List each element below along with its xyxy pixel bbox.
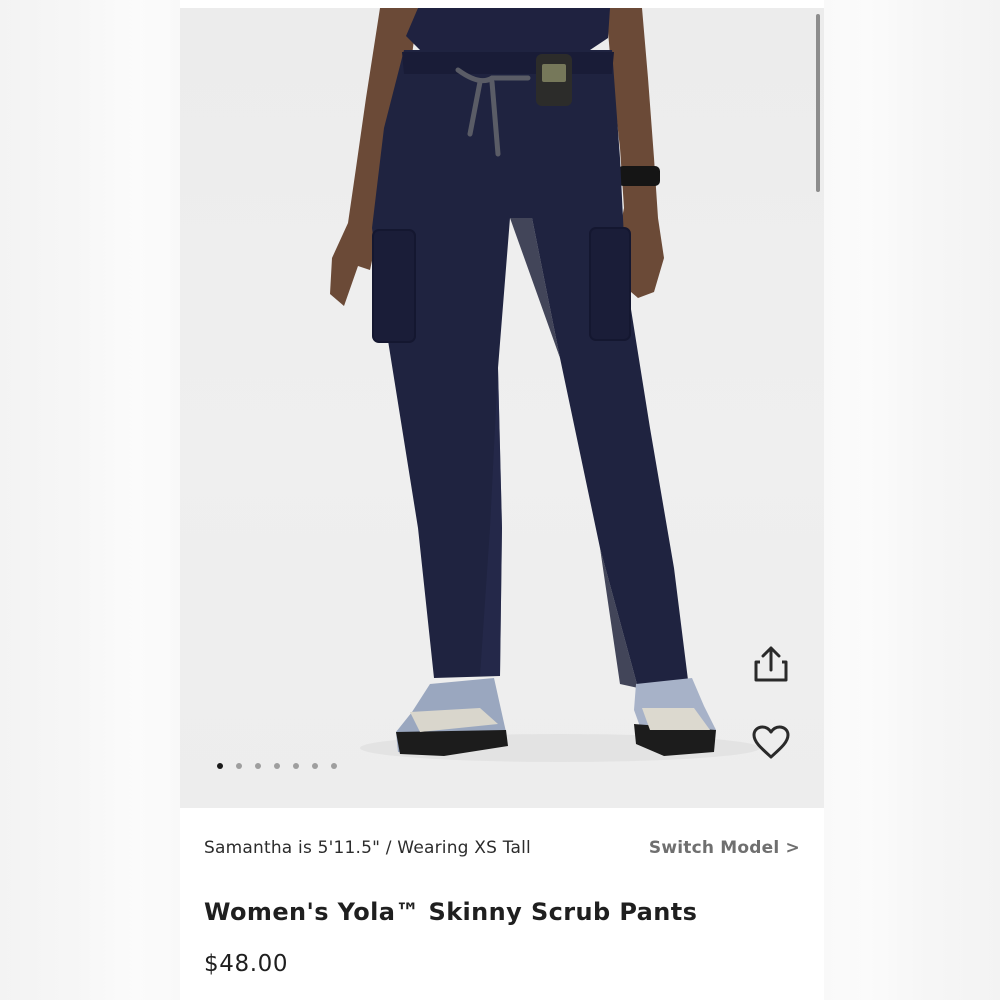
cargo-pocket-right [589, 227, 631, 341]
product-title: Women's Yola™ Skinny Scrub Pants [204, 898, 698, 926]
product-photo [330, 8, 760, 762]
blurred-background-left [0, 0, 180, 1000]
favorite-button[interactable] [750, 721, 792, 763]
navy-top [406, 8, 610, 50]
cargo-pocket-left [372, 229, 416, 343]
model-size-info: Samantha is 5'11.5" / Wearing XS Tall [204, 838, 531, 858]
carousel-dot-1[interactable] [217, 763, 223, 769]
share-icon [754, 646, 788, 682]
heart-icon [752, 725, 790, 759]
switch-model-link[interactable]: Switch Model > [649, 838, 800, 858]
carousel-dot-2[interactable] [236, 763, 242, 769]
carousel-dot-7[interactable] [331, 763, 337, 769]
product-page: Samantha is 5'11.5" / Wearing XS Tall Sw… [180, 8, 824, 1000]
product-price: $48.00 [204, 951, 289, 977]
carousel-dot-3[interactable] [255, 763, 261, 769]
carousel-dot-5[interactable] [293, 763, 299, 769]
carousel-dot-4[interactable] [274, 763, 280, 769]
product-image-gallery[interactable] [180, 8, 824, 808]
share-button[interactable] [750, 643, 792, 685]
model-info-row: Samantha is 5'11.5" / Wearing XS Tall Sw… [204, 835, 800, 861]
smartwatch [618, 166, 660, 186]
carousel-dot-6[interactable] [312, 763, 318, 769]
page-scrollbar[interactable] [816, 14, 820, 192]
carousel-indicator [217, 763, 337, 769]
blurred-background-right [824, 0, 1000, 1000]
